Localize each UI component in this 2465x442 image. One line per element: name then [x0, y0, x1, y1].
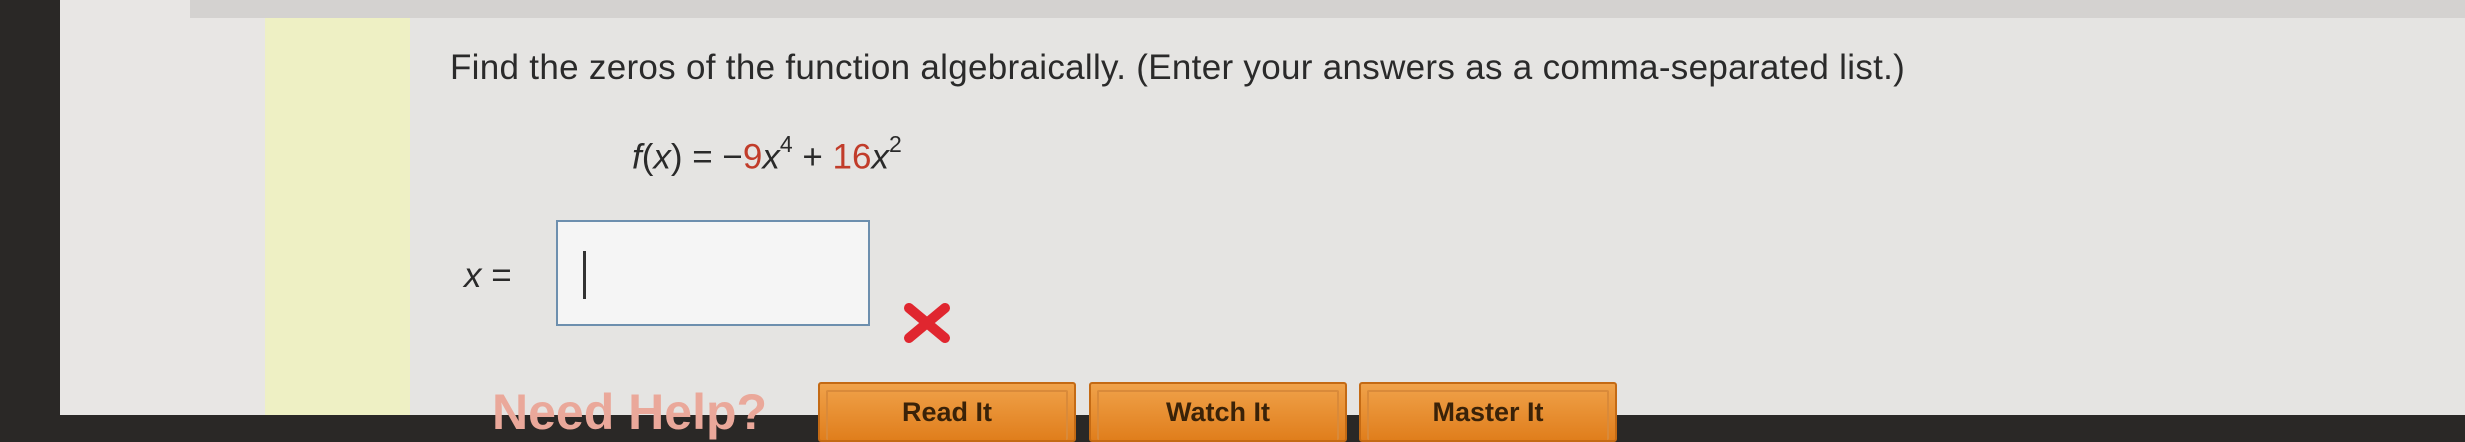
- answer-input[interactable]: [556, 220, 870, 326]
- read-it-button-bevel: [826, 390, 1068, 440]
- term-2-variable: x: [871, 137, 889, 177]
- master-it-button-bevel: [1367, 390, 1609, 440]
- coefficient-2: 16: [832, 137, 872, 177]
- watch-it-button-bevel: [1097, 390, 1339, 440]
- function-name: f: [632, 137, 642, 177]
- answer-variable: x: [464, 256, 482, 295]
- coefficient-1: 9: [742, 137, 763, 177]
- question-margin-bar: [265, 18, 410, 415]
- watch-it-button[interactable]: Watch It: [1089, 382, 1347, 442]
- function-equation: f(x) = −9x4 + 16x2: [632, 131, 902, 178]
- master-it-button[interactable]: Master It: [1359, 382, 1617, 442]
- read-it-button[interactable]: Read It: [818, 382, 1076, 442]
- term-1-variable: x: [762, 137, 780, 177]
- equation-open-paren: (: [641, 137, 654, 177]
- exponent-2: 2: [888, 131, 902, 157]
- question-prompt: Find the zeros of the function algebraic…: [450, 48, 1906, 87]
- equation-equals: ) = −: [670, 137, 743, 177]
- answer-label: x =: [464, 256, 512, 296]
- function-argument: x: [653, 137, 671, 177]
- plus-operator: +: [792, 137, 833, 177]
- exponent-1: 4: [779, 131, 793, 157]
- need-help-heading: Need Help?: [492, 384, 768, 440]
- text-cursor: [583, 251, 586, 299]
- answer-equals: =: [481, 256, 512, 295]
- incorrect-x-icon: [904, 303, 950, 343]
- top-strip: [190, 0, 2465, 18]
